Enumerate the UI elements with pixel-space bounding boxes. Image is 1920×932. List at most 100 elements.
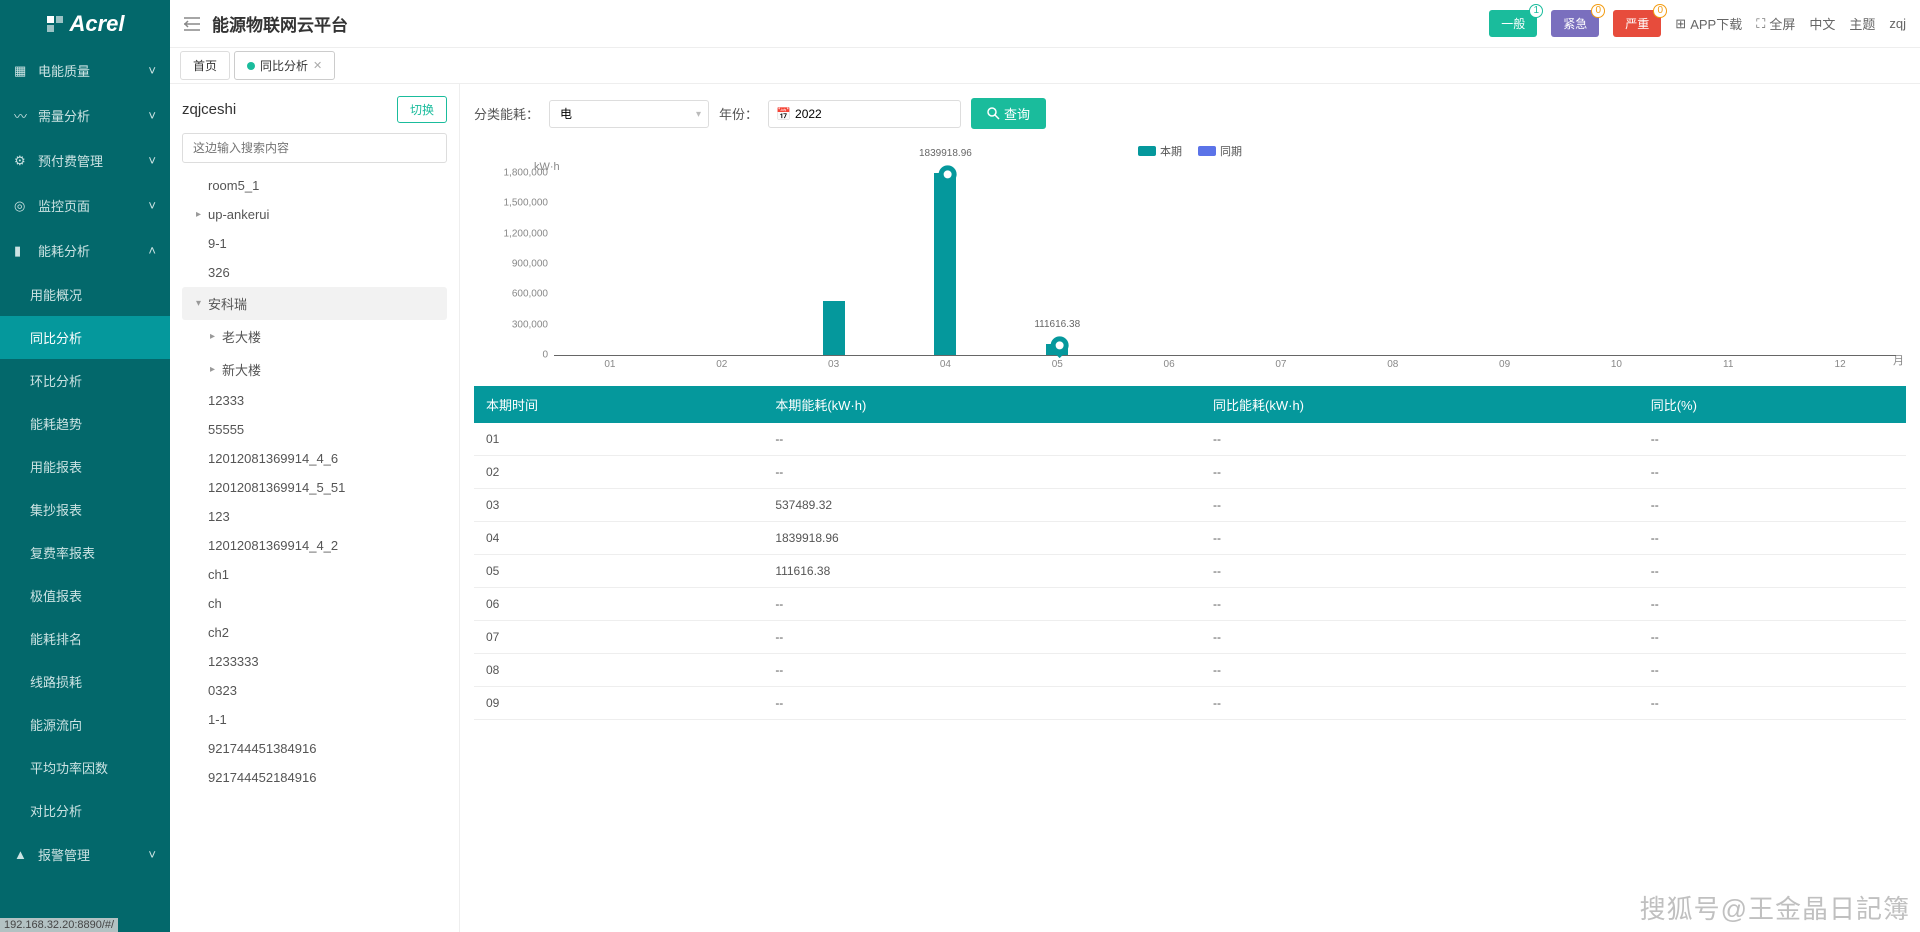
tree-node[interactable]: ▸up-ankerui xyxy=(182,200,447,229)
badge-count: 0 xyxy=(1653,4,1667,18)
tree-node[interactable]: 921744452184916 xyxy=(182,763,447,792)
table-header: 本期时间 xyxy=(474,386,763,423)
chart: 本期同期 kW·h 月 0300,000600,000900,0001,200,… xyxy=(474,143,1906,378)
sidebar-item[interactable]: ▮能耗分析˄ xyxy=(0,228,170,273)
sidebar-subitem[interactable]: 集抄报表 xyxy=(0,488,170,531)
sidebar-item[interactable]: ▦电能质量˅ xyxy=(0,48,170,93)
filter-type-label: 分类能耗： xyxy=(474,104,539,123)
status-bar: 192.168.32.20:8890/#/ xyxy=(0,918,118,932)
tree-node[interactable]: ch1 xyxy=(182,560,447,589)
tree-node[interactable]: 326 xyxy=(182,258,447,287)
alert-badge[interactable]: 紧急0 xyxy=(1551,10,1599,37)
sidebar-subitem[interactable]: 复费率报表 xyxy=(0,531,170,574)
sidebar-subitem[interactable]: 对比分析 xyxy=(0,789,170,832)
table-row: 08------ xyxy=(474,654,1906,687)
tree-node[interactable]: 0323 xyxy=(182,676,447,705)
tree-node[interactable]: ch xyxy=(182,589,447,618)
table-row: 07------ xyxy=(474,621,1906,654)
alert-badge[interactable]: 一般1 xyxy=(1489,10,1537,37)
chart-legend: 本期同期 xyxy=(1138,143,1242,159)
tree-node[interactable]: 12333 xyxy=(182,386,447,415)
tree-node[interactable]: 12012081369914_5_51 xyxy=(182,473,447,502)
header-link-theme[interactable]: 主题 xyxy=(1849,14,1875,33)
tree-node[interactable]: 1233333 xyxy=(182,647,447,676)
tree-node[interactable]: ▾安科瑞 xyxy=(182,287,447,320)
header-link-fullscreen[interactable]: ⛶全屏 xyxy=(1756,14,1795,33)
filter-year-input[interactable] xyxy=(768,100,961,128)
tree-panel: zqjceshi 切换 room5_1▸up-ankerui9-1326▾安科瑞… xyxy=(170,84,460,932)
bar-label: 111616.38 xyxy=(1034,319,1080,330)
tree-node[interactable]: 55555 xyxy=(182,415,447,444)
tree-node[interactable]: 123 xyxy=(182,502,447,531)
tree-node[interactable]: 12012081369914_4_6 xyxy=(182,444,447,473)
chart-plot: 0300,000600,000900,0001,200,0001,500,000… xyxy=(554,173,1896,356)
sidebar-subitem[interactable]: 平均功率因数 xyxy=(0,746,170,789)
chart-bar[interactable]: 1839918.96 xyxy=(934,173,956,355)
table-row: 09------ xyxy=(474,687,1906,720)
x-tick: 11 xyxy=(1723,355,1733,370)
sidebar-subitem[interactable]: 环比分析 xyxy=(0,359,170,402)
tree-node[interactable]: 12012081369914_4_2 xyxy=(182,531,447,560)
table-cell: 09 xyxy=(474,687,763,720)
tree-node[interactable]: 1-1 xyxy=(182,705,447,734)
legend-item[interactable]: 同期 xyxy=(1198,143,1242,159)
sidebar-item[interactable]: ◎监控页面˅ xyxy=(0,183,170,228)
x-tick: 07 xyxy=(1275,355,1286,370)
table-row: 041839918.96---- xyxy=(474,522,1906,555)
chart-bar[interactable] xyxy=(823,301,845,355)
tree-search-input[interactable] xyxy=(182,133,447,163)
chevron-icon: ˅ xyxy=(148,153,156,168)
sidebar-subitem[interactable]: 线路损耗 xyxy=(0,660,170,703)
header-link-lang[interactable]: 中文 xyxy=(1809,14,1835,33)
caret-icon: ▸ xyxy=(210,364,222,375)
table-cell: 537489.32 xyxy=(763,489,1201,522)
tab[interactable]: 首页 xyxy=(180,51,230,80)
sidebar-subitem[interactable]: 能源流向 xyxy=(0,703,170,746)
menu-toggle-icon[interactable] xyxy=(184,17,200,31)
table-cell: 07 xyxy=(474,621,763,654)
tree-node[interactable]: ch2 xyxy=(182,618,447,647)
x-tick: 05 xyxy=(1052,355,1063,370)
table-cell: -- xyxy=(1201,522,1639,555)
table-cell: 01 xyxy=(474,423,763,456)
table-header: 同比(%) xyxy=(1639,386,1906,423)
badge-count: 0 xyxy=(1591,4,1605,18)
close-icon[interactable]: ✕ xyxy=(313,59,322,72)
sidebar-item[interactable]: ▲报警管理˅ xyxy=(0,832,170,877)
alert-badge[interactable]: 严重0 xyxy=(1613,10,1661,37)
filter-type-select[interactable]: 电 xyxy=(549,100,709,128)
chart-bar[interactable]: 111616.38 xyxy=(1046,344,1068,355)
table-row: 05111616.38---- xyxy=(474,555,1906,588)
sidebar-subitem[interactable]: 能耗趋势 xyxy=(0,402,170,445)
sidebar-subitem[interactable]: 同比分析 xyxy=(0,316,170,359)
y-tick: 600,000 xyxy=(512,289,554,300)
tree-node[interactable]: 921744451384916 xyxy=(182,734,447,763)
tree-node[interactable]: ▸新大楼 xyxy=(182,353,447,386)
tree-title: zqjceshi xyxy=(182,101,236,118)
table-cell: -- xyxy=(763,621,1201,654)
header-link-user[interactable]: zqj xyxy=(1889,16,1906,31)
sidebar-subitem[interactable]: 用能概况 xyxy=(0,273,170,316)
header-link-app[interactable]: ⊞APP下载 xyxy=(1675,14,1742,33)
sidebar-item[interactable]: 〰需量分析˅ xyxy=(0,93,170,138)
legend-item[interactable]: 本期 xyxy=(1138,143,1182,159)
bar-marker-icon xyxy=(1047,332,1072,357)
sidebar: Acrel ▦电能质量˅〰需量分析˅⚙预付费管理˅◎监控页面˅▮能耗分析˄用能概… xyxy=(0,0,170,932)
tree-node[interactable]: ▸老大楼 xyxy=(182,320,447,353)
menu-icon: ▮ xyxy=(14,243,30,259)
x-tick: 03 xyxy=(828,355,839,370)
query-button[interactable]: 查询 xyxy=(971,98,1046,129)
sidebar-subitem[interactable]: 用能报表 xyxy=(0,445,170,488)
sidebar-subitem[interactable]: 能耗排名 xyxy=(0,617,170,660)
qrcode-icon: ⊞ xyxy=(1675,16,1686,32)
switch-button[interactable]: 切换 xyxy=(397,96,447,123)
tree-node[interactable]: room5_1 xyxy=(182,171,447,200)
tree-node[interactable]: 9-1 xyxy=(182,229,447,258)
table-cell: 03 xyxy=(474,489,763,522)
badge-count: 1 xyxy=(1529,4,1543,18)
table-cell: 111616.38 xyxy=(763,555,1201,588)
fullscreen-icon: ⛶ xyxy=(1756,16,1765,32)
sidebar-subitem[interactable]: 极值报表 xyxy=(0,574,170,617)
tab[interactable]: 同比分析✕ xyxy=(234,51,335,80)
sidebar-item[interactable]: ⚙预付费管理˅ xyxy=(0,138,170,183)
